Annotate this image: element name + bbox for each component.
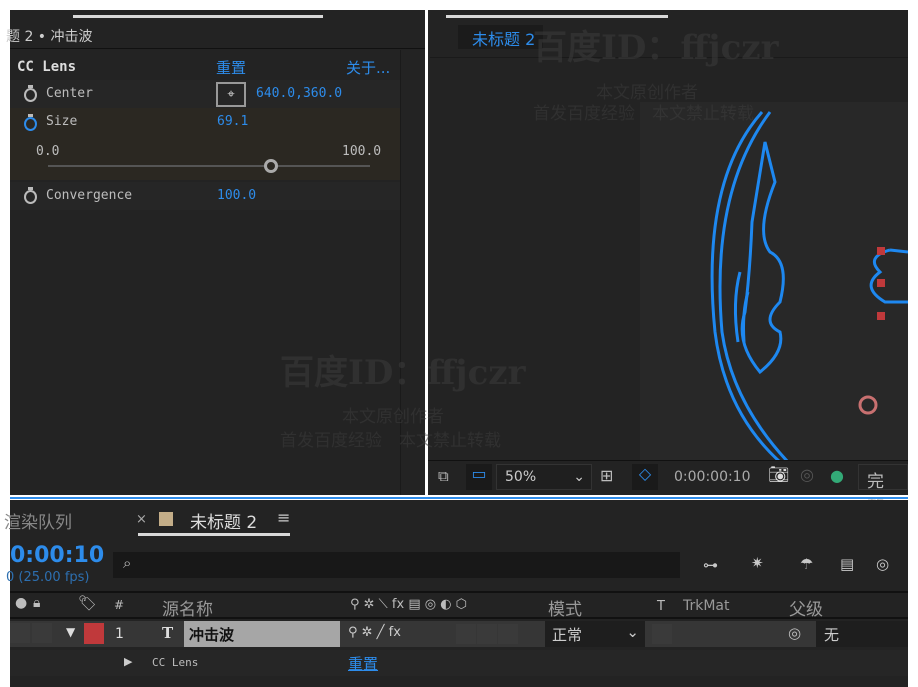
about-link[interactable]: 关于... — [346, 57, 390, 78]
shockwave-shape — [710, 111, 909, 464]
chevron-down-icon: ⌄ — [573, 469, 585, 485]
shy-layers-icon[interactable]: ☂ — [800, 555, 813, 573]
preview-icon[interactable]: ⧉ — [438, 467, 449, 485]
effect-controls-panel: 题 2 • 冲击波 CC Lens 重置 关于... Center ⌖ 640.… — [6, 10, 425, 495]
reset-link[interactable]: 重置 — [216, 57, 246, 78]
center-value[interactable]: 640.0,360.0 — [256, 86, 342, 101]
label-icon: 🏷︎ — [78, 594, 98, 612]
pickwhip-icon[interactable]: ◎ — [788, 624, 801, 642]
exposure-icon[interactable]: ◎ — [800, 465, 814, 484]
expand-triangle-icon[interactable]: ▶ — [124, 655, 132, 668]
trkmat-header[interactable]: TrkMat — [683, 598, 730, 614]
switches-icons: ⚲ ✲ ⟍ fx ▤ ◎ ◐ ⬡ — [350, 597, 468, 612]
visibility-icon: ● — [15, 595, 28, 611]
monitor-icon[interactable]: ▭ — [466, 464, 492, 490]
panel-title: 题 2 • 冲击波 — [6, 29, 93, 45]
panel-tab-indicator — [446, 15, 668, 18]
stopwatch-icon[interactable] — [24, 85, 37, 102]
mode-header[interactable]: 模式 — [548, 595, 582, 620]
layer-switches: ⚲ ✲ ╱ fx — [348, 625, 401, 640]
panel-menu-icon[interactable]: ≡ — [277, 508, 290, 527]
slider-max: 100.0 — [342, 144, 382, 159]
fps-label: 0 (25.00 fps) — [6, 570, 90, 585]
center-label: Center — [46, 86, 93, 101]
motion-blur-icon[interactable]: ◎ — [876, 555, 889, 573]
blend-mode-select[interactable]: 正常 ⌄ — [545, 621, 645, 647]
size-value[interactable]: 69.1 — [217, 114, 248, 129]
frame-blending-icon[interactable]: ▤ — [840, 555, 854, 573]
comp-canvas[interactable] — [640, 102, 909, 464]
comp-color-icon — [159, 512, 173, 526]
composition-viewer: 未标题 2 ⧉ ▭ 50%⌄ ⊞ ◇ 0:00:00:10 📷︎ ◎ ● 完整 — [428, 10, 909, 517]
convergence-label: Convergence — [46, 188, 133, 203]
current-time[interactable]: 0:00:10 — [10, 543, 104, 568]
timeline-panel: 渲染队列 × 未标题 2 ≡ 0:00:10 0 (25.00 fps) ⌕ ⊶… — [4, 500, 908, 687]
layer-header: ● 🔒︎ 🏷︎ # 源名称 ⚲ ✲ ⟍ fx ▤ ◎ ◐ ⬡ 模式 T TrkM… — [10, 591, 908, 620]
tab-render-queue[interactable]: 渲染队列 — [4, 508, 72, 533]
effect-name[interactable]: CC Lens — [17, 59, 76, 75]
label-color-swatch[interactable] — [84, 623, 104, 644]
slider-handle[interactable] — [263, 159, 278, 173]
crosshair-icon[interactable]: ⌖ — [216, 82, 246, 107]
camera-icon[interactable]: 📷︎ — [768, 465, 790, 485]
viewer-timecode[interactable]: 0:00:00:10 — [674, 469, 751, 485]
parent-select[interactable]: 无 — [816, 621, 908, 647]
viewer-toolbar: ⧉ ▭ 50%⌄ ⊞ ◇ 0:00:00:10 📷︎ ◎ ● 完整 — [428, 460, 908, 517]
effect-row[interactable]: ▶ CC Lens 重置 — [10, 650, 908, 676]
trkmat-box[interactable] — [652, 624, 672, 644]
grid-icon[interactable]: ⊞ — [600, 466, 613, 485]
size-label: Size — [46, 114, 78, 129]
layer-index: 1 — [115, 626, 124, 642]
tab-comp[interactable]: 未标题 2 — [190, 508, 257, 533]
close-tab-icon[interactable]: × — [136, 512, 147, 527]
panel-tab-indicator — [73, 15, 323, 18]
draft-3d-icon[interactable]: ✷ — [751, 554, 764, 572]
expand-triangle-icon[interactable]: ▼ — [66, 625, 75, 639]
slider-min: 0.0 — [36, 144, 60, 159]
layer-name[interactable]: 冲击波 — [184, 621, 340, 647]
source-name-header[interactable]: 源名称 — [162, 595, 213, 620]
lock-icon: 🔒︎ — [33, 595, 41, 611]
effect-name: CC Lens — [152, 656, 199, 669]
parent-header[interactable]: 父级 — [789, 595, 823, 620]
resolution-select[interactable]: 完整 — [858, 464, 908, 517]
layer-row[interactable]: ▼ 1 T 冲击波 ⚲ ✲ ╱ fx 正常 ⌄ ◎ 无 — [10, 621, 908, 647]
stopwatch-icon[interactable] — [24, 187, 37, 204]
chevron-down-icon: ⌄ — [626, 623, 639, 641]
comp-tab[interactable]: 未标题 2 — [458, 25, 543, 49]
comp-flowchart-icon[interactable]: ⊶ — [703, 556, 718, 574]
anchor-point-icon — [858, 395, 878, 415]
size-slider[interactable] — [48, 159, 370, 173]
convergence-value[interactable]: 100.0 — [217, 188, 256, 203]
zoom-select[interactable]: 50% ⌄ — [496, 464, 592, 490]
search-input[interactable]: ⌕ — [113, 552, 680, 578]
reset-link[interactable]: 重置 — [348, 653, 378, 674]
mask-icon[interactable]: ◇ — [632, 464, 658, 490]
search-icon: ⌕ — [123, 554, 132, 572]
text-layer-icon: T — [162, 624, 174, 642]
color-channels-icon[interactable]: ● — [830, 466, 844, 485]
stopwatch-active-icon[interactable] — [24, 114, 37, 131]
